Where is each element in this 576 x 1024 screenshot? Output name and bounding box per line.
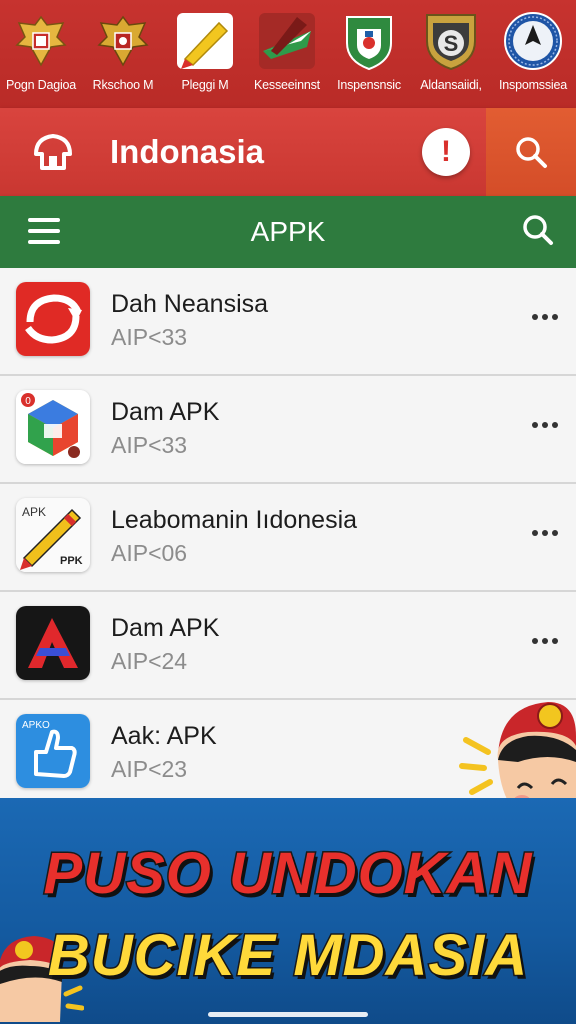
top-app-item[interactable]: Inspomssiea	[492, 0, 574, 108]
list-item[interactable]: 0 Dam APK AIP<33	[0, 376, 576, 484]
more-icon[interactable]	[532, 314, 558, 322]
app-subtitle: AIP<24	[111, 648, 188, 674]
garuda-emblem-icon	[92, 10, 154, 72]
app-name: Aak: APK	[111, 722, 217, 750]
search-icon	[523, 215, 553, 245]
home-indicator	[208, 1012, 368, 1017]
app-subtitle: AIP<23	[111, 756, 188, 782]
search-icon	[516, 137, 547, 168]
ribbon-app-icon	[256, 10, 318, 72]
top-app-item[interactable]: S Aldansaiidi,	[410, 0, 492, 108]
svg-text:S: S	[444, 31, 459, 56]
round-seal-icon	[502, 10, 564, 72]
garuda-emblem-icon	[10, 10, 72, 72]
top-app-label: Kesseeinnst	[254, 78, 320, 92]
app-subtitle: AIP<33	[111, 324, 188, 350]
colorful-cube-icon: 0	[16, 390, 90, 464]
home-icon[interactable]	[30, 130, 76, 176]
top-app-label: Pogn Dagioa	[5, 78, 77, 92]
app-subtitle: AIP<06	[111, 540, 188, 566]
app-name: Dah Neansisa	[111, 290, 269, 318]
app-name: Dam APK	[111, 614, 220, 642]
toolbar-title: APPK	[250, 216, 326, 247]
svg-text:0: 0	[25, 396, 31, 407]
banner-headline-1: PUSO UNDOKAN	[42, 840, 533, 908]
app-name: Dam APK	[111, 398, 220, 426]
red-sync-icon	[16, 282, 90, 356]
top-app-label: Inspomssiea	[499, 78, 567, 92]
s-shield-icon: S	[420, 10, 482, 72]
list-item[interactable]: APK PPK Leabomanin Iıdonesia AIP<06	[0, 484, 576, 592]
alert-icon[interactable]: !	[422, 128, 470, 176]
app-subtitle: AIP<33	[111, 432, 188, 458]
top-app-item[interactable]: Inspensnsic	[328, 0, 410, 108]
top-app-strip: Pogn Dagioa Rkschoo M Pleggi M Kesseeinn…	[0, 0, 576, 108]
top-app-item[interactable]: Pogn Dagioa	[0, 0, 82, 108]
banner-headline-2: BUCIKE MDASIA	[46, 922, 529, 990]
more-icon[interactable]	[532, 422, 558, 430]
list-item[interactable]: Dah Neansisa AIP<33	[0, 268, 576, 376]
toolbar-search-button[interactable]	[520, 212, 556, 248]
toolbar: APPK	[0, 196, 576, 268]
top-app-item[interactable]: Rkschoo M	[82, 0, 164, 108]
pencil-apk-icon: APK PPK	[16, 498, 90, 572]
header-search-button[interactable]	[486, 108, 576, 196]
promo-banner[interactable]: PUSO UNDOKAN BUCIKE MDASIA	[0, 798, 576, 1024]
pencil-app-icon	[174, 10, 236, 72]
blue-thumb-icon: APKO	[16, 714, 90, 788]
header-title: Indonasia	[110, 133, 265, 170]
top-app-label: Aldansaiidi,	[420, 78, 482, 92]
top-app-label: Rkschoo M	[92, 78, 154, 92]
more-icon[interactable]	[532, 530, 558, 538]
top-app-label: Inspensnsic	[337, 78, 401, 92]
more-icon[interactable]	[532, 638, 558, 646]
list-item[interactable]: Dam APK AIP<24	[0, 592, 576, 700]
app-name: Leabomanin Iıdonesia	[111, 506, 358, 534]
svg-text:APK: APK	[22, 505, 46, 519]
top-app-item[interactable]: Pleggi M	[164, 0, 246, 108]
top-app-item[interactable]: Kesseeinnst	[246, 0, 328, 108]
black-a-icon	[16, 606, 90, 680]
svg-text:PPK: PPK	[60, 555, 83, 567]
svg-text:APKO: APKO	[22, 720, 50, 731]
top-app-label: Pleggi M	[181, 78, 229, 92]
green-shield-icon	[338, 10, 400, 72]
